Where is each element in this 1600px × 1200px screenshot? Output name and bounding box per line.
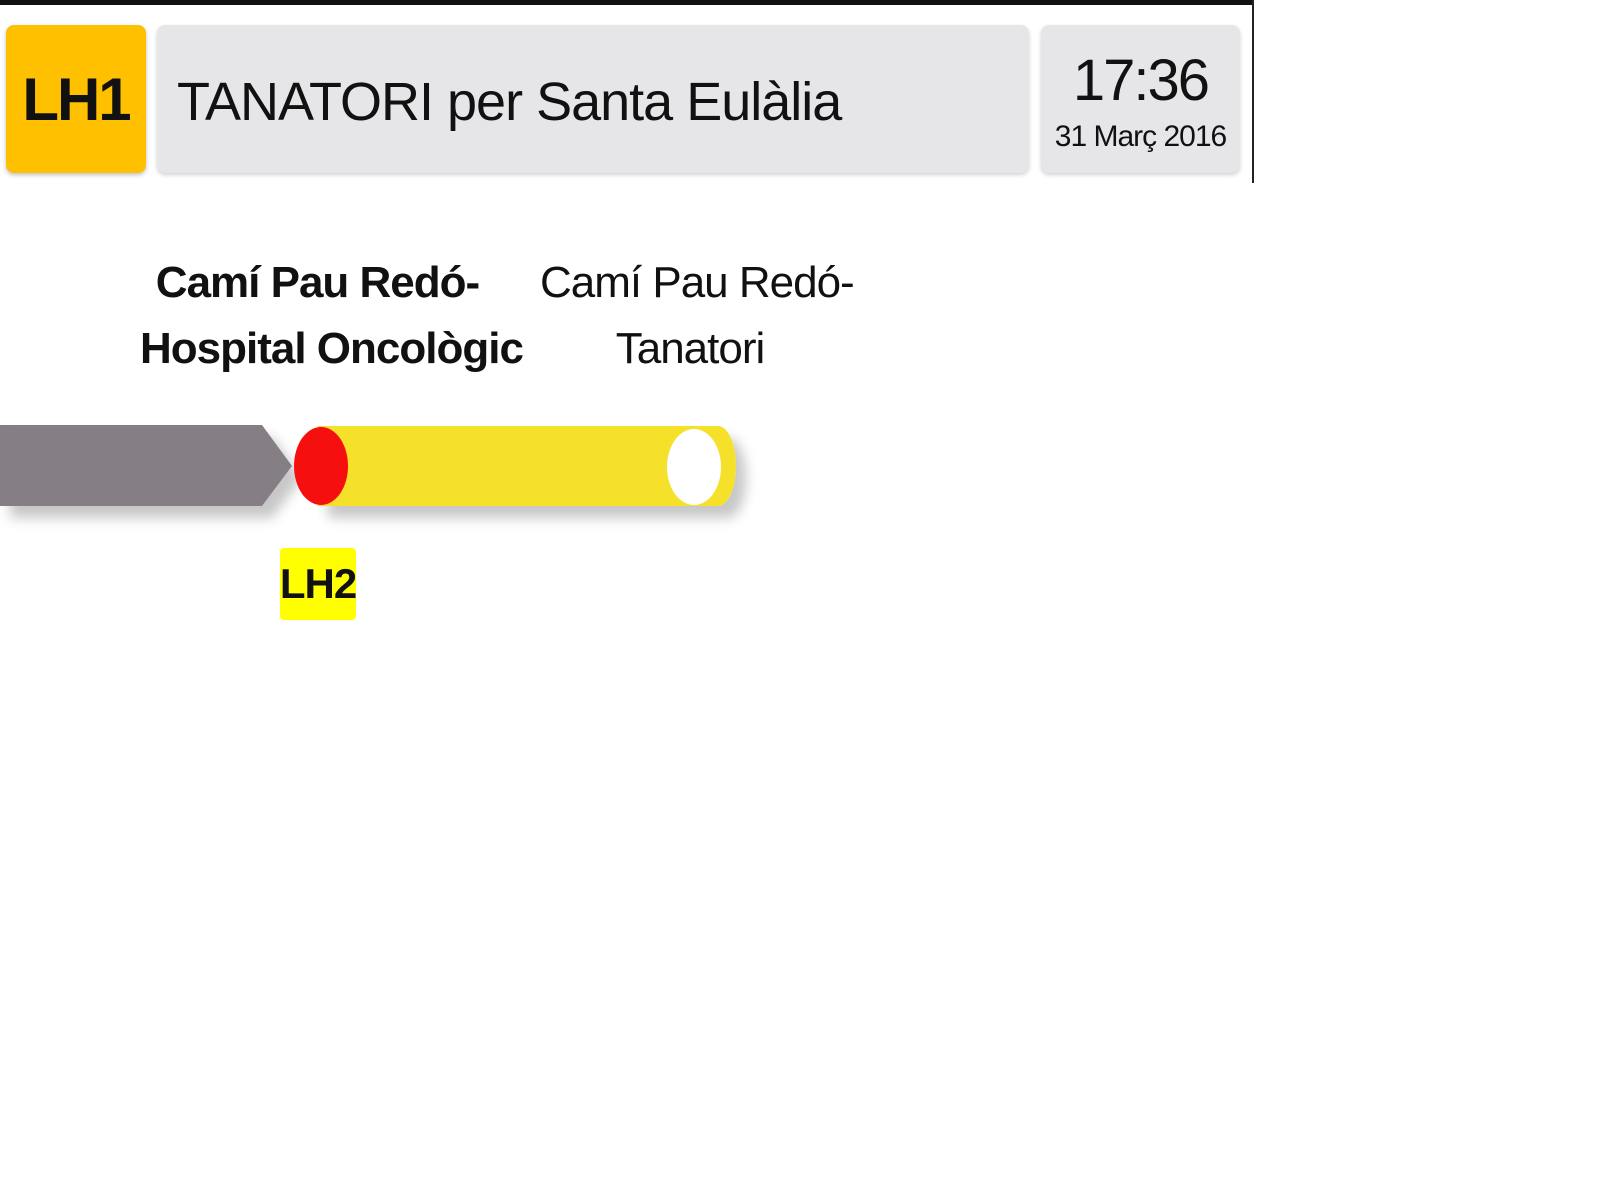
current-stop-name-line1: Camí Pau Redó- — [155, 258, 480, 307]
destination-panel: TANATORI per Santa Eulàlia — [157, 25, 1029, 173]
header-top-border — [0, 0, 1254, 5]
next-stop-name-line2: Tanatori — [615, 324, 766, 373]
clock-panel: 17:36 31 Març 2016 — [1041, 25, 1240, 173]
current-time: 17:36 — [1072, 48, 1210, 113]
next-stop-name: Camí Pau Redó- Tanatori — [540, 250, 855, 382]
current-stop-name: Camí Pau Redó- Hospital Oncològic — [140, 250, 524, 382]
connection-line-label: LH2 — [279, 560, 357, 607]
travelled-route-segment — [0, 425, 292, 506]
line-code-badge: LH1 — [6, 25, 146, 173]
line-code-label: LH1 — [22, 65, 131, 133]
bus-info-display: LH1 TANATORI per Santa Eulàlia 17:36 31 … — [0, 0, 1600, 1200]
route-line-diagram — [0, 425, 736, 506]
next-stop-marker-icon — [667, 429, 721, 505]
current-date: 31 Març 2016 — [1054, 120, 1227, 153]
current-stop-marker-icon — [294, 427, 348, 505]
header-right-border — [1252, 0, 1254, 183]
next-stop-name-line1: Camí Pau Redó- — [540, 258, 855, 307]
destination-label: TANATORI per Santa Eulàlia — [177, 72, 842, 132]
current-stop-name-line2: Hospital Oncològic — [140, 324, 524, 373]
connection-badge-lh2: LH2 — [279, 548, 357, 620]
